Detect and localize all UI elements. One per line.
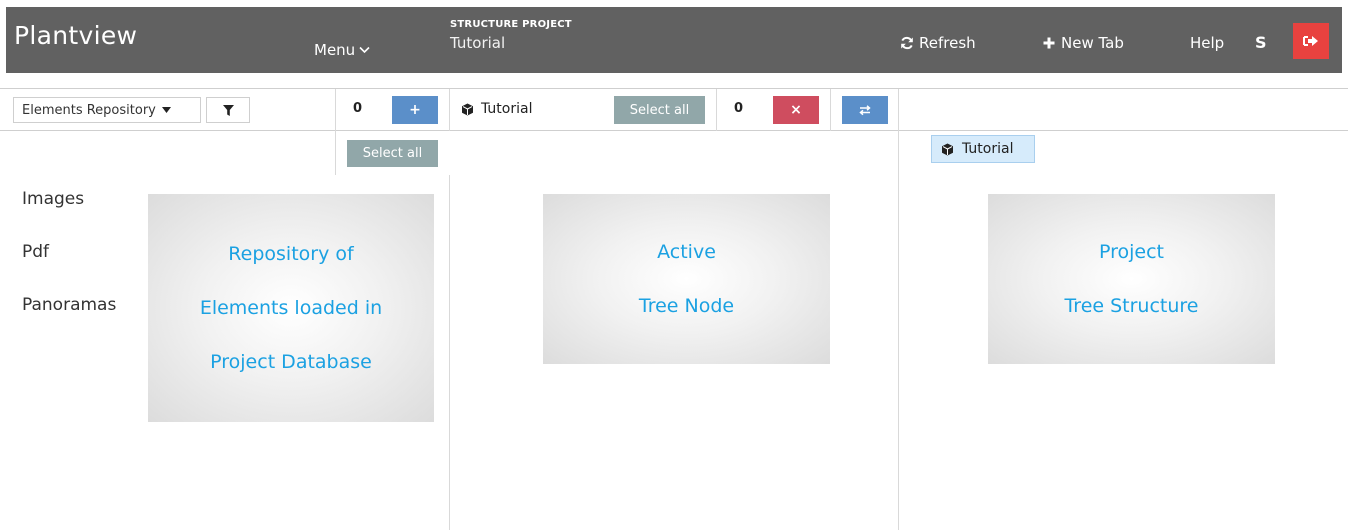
toolbar-divider — [335, 89, 336, 131]
close-icon: × — [790, 102, 802, 118]
chevron-down-icon — [359, 46, 370, 54]
top-header-bar: Plantview Menu STRUCTURE PROJECT Tutoria… — [6, 7, 1342, 73]
filter-button[interactable] — [206, 97, 250, 123]
new-tab-label: New Tab — [1061, 34, 1124, 52]
tree-info-box: Project Tree Structure — [988, 194, 1275, 364]
column-divider — [449, 175, 450, 530]
node-selected-count: 0 — [734, 101, 744, 116]
plus-icon — [1043, 37, 1055, 49]
refresh-icon — [901, 36, 913, 50]
category-item-images[interactable]: Images — [22, 189, 116, 242]
add-symbol: + — [409, 102, 421, 118]
swap-icon — [859, 105, 871, 116]
project-kicker: STRUCTURE PROJECT — [450, 19, 572, 30]
toolbar-divider — [716, 89, 717, 131]
category-list: Images Pdf Panoramas — [22, 189, 116, 348]
select-all-label: Select all — [629, 102, 690, 118]
project-info: STRUCTURE PROJECT Tutorial — [450, 19, 572, 52]
remove-button[interactable]: × — [773, 96, 819, 124]
refresh-label: Refresh — [919, 34, 976, 52]
cube-icon — [462, 103, 473, 115]
add-button[interactable]: + — [392, 96, 438, 124]
app-brand[interactable]: Plantview — [14, 21, 137, 50]
info-line: Project Database — [210, 351, 372, 373]
tree-root-node[interactable]: Tutorial — [931, 135, 1035, 163]
active-node-title: Tutorial — [461, 101, 532, 117]
info-line: Tree Node — [638, 295, 735, 317]
info-line: Elements loaded in — [199, 297, 383, 319]
filter-icon — [222, 104, 234, 116]
new-tab-button[interactable]: New Tab — [1042, 34, 1124, 52]
category-item-pdf[interactable]: Pdf — [22, 242, 116, 295]
tree-root-label: Tutorial — [962, 141, 1014, 157]
menu-dropdown[interactable]: Menu — [314, 41, 370, 59]
repository-select-value: Elements Repository — [22, 102, 156, 118]
user-initial[interactable]: S — [1255, 33, 1267, 52]
repository-info-box: Repository of Elements loaded in Project… — [148, 194, 434, 422]
column-divider — [898, 131, 899, 530]
toolbar-divider — [449, 89, 450, 131]
category-item-panoramas[interactable]: Panoramas — [22, 295, 116, 348]
refresh-button[interactable]: Refresh — [900, 34, 976, 52]
active-node-info-box: Active Tree Node — [543, 194, 830, 364]
logout-icon — [1303, 36, 1318, 46]
menu-label: Menu — [314, 41, 356, 59]
cube-icon — [942, 143, 953, 155]
active-node-label: Tutorial — [481, 101, 533, 117]
column-divider — [335, 131, 336, 175]
toolbar-divider — [898, 89, 899, 131]
info-line: Project — [1098, 241, 1164, 263]
panel-toolbar: Elements Repository 0 + Tutorial Select … — [0, 88, 1348, 131]
info-line: Repository of — [228, 243, 354, 265]
caret-down-icon — [161, 107, 171, 113]
select-all-button[interactable]: Select all — [614, 96, 705, 124]
info-line: Tree Structure — [1064, 295, 1199, 317]
info-line: Active — [657, 241, 716, 263]
help-label: Help — [1190, 34, 1225, 52]
repository-select-all-button[interactable]: Select all — [347, 140, 438, 167]
repository-selected-count: 0 — [353, 101, 363, 116]
select-all-label: Select all — [362, 146, 423, 161]
project-name: Tutorial — [450, 34, 506, 52]
toolbar-divider — [830, 89, 831, 131]
logout-button[interactable] — [1293, 23, 1329, 59]
swap-button[interactable] — [842, 96, 888, 124]
repository-select[interactable]: Elements Repository — [13, 97, 201, 123]
help-link[interactable]: Help — [1190, 34, 1224, 52]
